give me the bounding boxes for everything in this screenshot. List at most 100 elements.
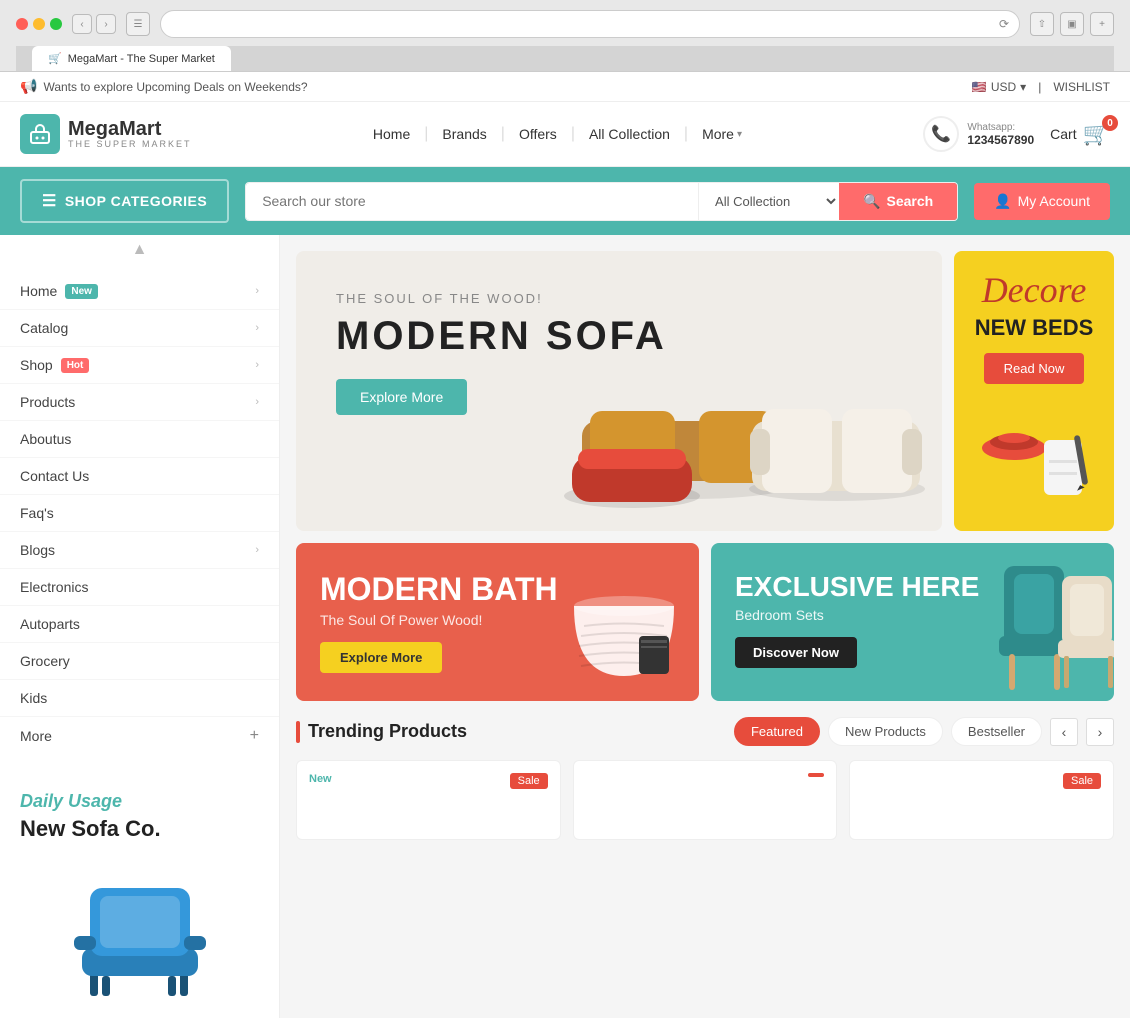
search-input[interactable] (246, 183, 698, 220)
sidebar-label-home: Home (20, 283, 57, 299)
sidebar-item-electronics[interactable]: Electronics (0, 569, 279, 606)
account-icon: 👤 (994, 193, 1011, 210)
sidebar-more-label: More (20, 728, 52, 744)
active-tab[interactable]: 🛒 MegaMart - The Super Market (32, 46, 231, 71)
product-card-3-tags: Sale (862, 773, 1101, 789)
search-button[interactable]: 🔍 Search (839, 183, 957, 220)
sidebar-item-products[interactable]: Products › (0, 384, 279, 421)
cart-label: Cart (1050, 126, 1076, 142)
tab-bestseller[interactable]: Bestseller (951, 717, 1042, 746)
chair-svg (60, 858, 220, 998)
trending-title: Trending Products (308, 721, 467, 742)
nav-all-collection[interactable]: All Collection (579, 120, 680, 148)
announcement-text: Wants to explore Upcoming Deals on Weeke… (43, 80, 307, 94)
product-card-2 (573, 760, 838, 840)
sidebar-nav: Home New › Catalog › Shop Hot › (0, 265, 279, 763)
hero-subtitle: THE SOUL OF THE WOOD! (336, 291, 902, 306)
sidebar-label-blogs: Blogs (20, 542, 55, 558)
url-bar[interactable]: ⟳ (160, 10, 1020, 38)
blogs-chevron: › (255, 544, 259, 556)
tag-sale-3: Sale (1063, 773, 1101, 789)
tabs-button[interactable]: ▣ (1060, 12, 1084, 36)
cart-badge: 0 (1102, 115, 1118, 131)
my-account-button[interactable]: 👤 My Account (974, 183, 1110, 220)
sidebar-item-blogs[interactable]: Blogs › (0, 532, 279, 569)
sidebar-item-catalog[interactable]: Catalog › (0, 310, 279, 347)
tab-new-products[interactable]: New Products (828, 717, 943, 746)
trending-bar-indicator (296, 721, 300, 743)
sidebar-item-contact[interactable]: Contact Us (0, 458, 279, 495)
account-btn-label: My Account (1018, 193, 1090, 209)
bath-svg (559, 556, 689, 696)
forward-button[interactable]: › (96, 14, 116, 34)
logo-text: MegaMart THE SUPER MARKET (68, 119, 192, 149)
currency-selector[interactable]: 🇺🇸 USD ▾ (972, 80, 1026, 94)
maximize-dot[interactable] (50, 18, 62, 30)
sidebar-item-autoparts[interactable]: Autoparts (0, 606, 279, 643)
sidebar-more[interactable]: More + (0, 717, 279, 755)
logo[interactable]: MegaMart THE SUPER MARKET (20, 114, 192, 154)
browser-tabs: 🛒 MegaMart - The Super Market (16, 46, 1114, 71)
explore-more-button[interactable]: Explore More (336, 379, 467, 415)
category-select[interactable]: All Collection (699, 183, 839, 220)
sidebar-label-catalog: Catalog (20, 320, 68, 336)
sidebar-item-kids[interactable]: Kids (0, 680, 279, 717)
back-button[interactable]: ‹ (72, 14, 92, 34)
url-input[interactable] (201, 17, 979, 31)
hero-side-title: Decore (982, 271, 1087, 311)
tag-sale-1: Sale (510, 773, 548, 789)
logo-sub: THE SUPER MARKET (68, 139, 192, 149)
close-dot[interactable] (16, 18, 28, 30)
product-card-1: New Sale (296, 760, 561, 840)
whatsapp-contact[interactable]: 📞 Whatsapp: 1234567890 (923, 116, 1034, 152)
search-container: All Collection 🔍 Search (245, 182, 958, 221)
wishlist-link[interactable]: WISHLIST (1053, 80, 1110, 94)
sidebar-label-faq: Faq's (20, 505, 54, 521)
add-tab-button[interactable]: + (1090, 12, 1114, 36)
refresh-icon[interactable]: ⟳ (999, 17, 1009, 31)
promo-exclusive-banner: EXCLUSIVE HERE Bedroom Sets Discover Now (711, 543, 1114, 701)
products-chevron: › (255, 396, 259, 408)
sidebar-item-faq[interactable]: Faq's (0, 495, 279, 532)
badge-hot: Hot (61, 358, 90, 373)
announcement-right: 🇺🇸 USD ▾ | WISHLIST (972, 80, 1110, 94)
bath-explore-button[interactable]: Explore More (320, 642, 442, 673)
nav-brands[interactable]: Brands (432, 120, 496, 148)
sidebar-item-aboutus[interactable]: Aboutus (0, 421, 279, 458)
content-area: THE SOUL OF THE WOOD! MODERN SOFA Explor… (280, 235, 1130, 1018)
sidebar-item-shop[interactable]: Shop Hot › (0, 347, 279, 384)
catalog-chevron: › (255, 322, 259, 334)
nav-more[interactable]: More ▾ (692, 120, 752, 148)
prev-products-button[interactable]: ‹ (1050, 718, 1078, 746)
cart-button[interactable]: Cart 🛒 0 (1050, 121, 1110, 147)
minimize-dot[interactable] (33, 18, 45, 30)
logo-icon (20, 114, 60, 154)
hero-side-image (974, 400, 1094, 510)
tab-featured[interactable]: Featured (734, 717, 820, 746)
shop-categories-button[interactable]: ☰ SHOP CATEGORIES (20, 179, 229, 223)
announcement-icon: 📢 (20, 78, 37, 95)
sidebar-item-home[interactable]: Home New › (0, 273, 279, 310)
sidebar-scroll-up[interactable]: ▲ (0, 235, 279, 265)
sidebar-label-grocery: Grocery (20, 653, 70, 669)
browser-nav-arrows: ‹ › (72, 14, 116, 34)
sofa-image (552, 321, 932, 521)
main-nav: Home | Brands | Offers | All Collection … (212, 120, 904, 148)
nav-home[interactable]: Home (363, 120, 420, 148)
discover-button[interactable]: Discover Now (735, 637, 857, 668)
share-button[interactable]: ⇧ (1030, 12, 1054, 36)
read-now-button[interactable]: Read Now (984, 353, 1085, 384)
browser-actions: ⇧ ▣ + (1030, 12, 1114, 36)
more-chevron: ▾ (737, 129, 742, 140)
sidebar-label-shop: Shop (20, 357, 53, 373)
product-cards: New Sale Sale (296, 760, 1114, 840)
announcement-left: 📢 Wants to explore Upcoming Deals on Wee… (20, 78, 308, 95)
next-products-button[interactable]: › (1086, 718, 1114, 746)
site-header: MegaMart THE SUPER MARKET Home | Brands … (0, 102, 1130, 167)
nav-offers[interactable]: Offers (509, 120, 567, 148)
sidebar-label-contact: Contact Us (20, 468, 89, 484)
tag-sale-2 (808, 773, 824, 777)
sidebar-label-kids: Kids (20, 690, 47, 706)
bath-image (559, 556, 689, 701)
sidebar-item-grocery[interactable]: Grocery (0, 643, 279, 680)
